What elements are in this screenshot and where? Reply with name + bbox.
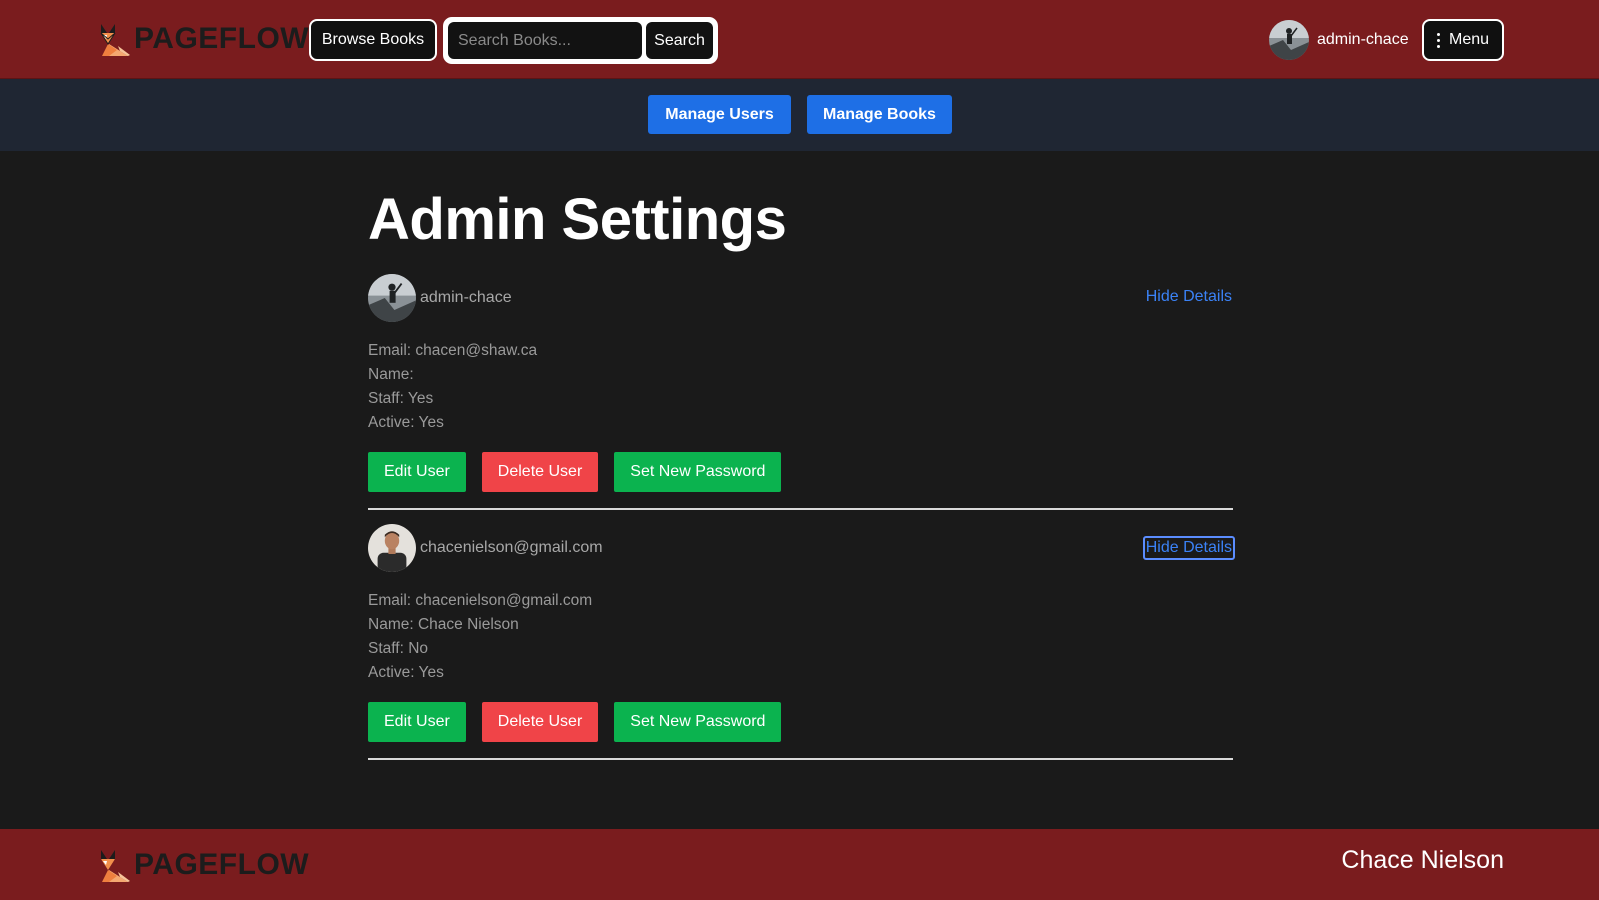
browse-books-button[interactable]: Browse Books	[309, 19, 437, 61]
user-card: admin-chace Hide Details Email: chacen@s…	[368, 274, 1233, 510]
brand-name: PAGEFLOW	[134, 22, 310, 55]
footer-brand-link[interactable]: PAGEFLOW	[98, 846, 309, 884]
user-email: Email: chacen@shaw.ca	[368, 342, 538, 359]
set-new-password-button[interactable]: Set New Password	[614, 702, 782, 742]
brand-link[interactable]: PAGEFLOW	[98, 20, 309, 58]
user-email: Email: chacenielson@gmail.com	[368, 592, 593, 609]
manage-books-button[interactable]: Manage Books	[807, 95, 952, 134]
divider	[368, 758, 1233, 760]
divider	[368, 508, 1233, 510]
hide-details-link[interactable]: Hide Details	[1145, 286, 1233, 308]
footer: PAGEFLOW Chace Nielson	[0, 829, 1599, 900]
search-button[interactable]: Search	[646, 22, 713, 59]
search-bar: Search	[443, 17, 718, 64]
user-active-status: Active: Yes	[368, 664, 444, 681]
user-card-username: admin-chace	[420, 289, 512, 306]
user-name: Name: Chace Nielson	[368, 616, 519, 633]
user-active-status: Active: Yes	[368, 414, 444, 431]
fox-logo-icon	[101, 850, 130, 882]
delete-user-button[interactable]: Delete User	[481, 702, 599, 742]
menu-button[interactable]: Menu	[1422, 19, 1504, 61]
hide-details-link[interactable]: Hide Details	[1142, 536, 1235, 560]
user-card-header: admin-chace Hide Details	[368, 274, 1233, 322]
user-name: Name:	[368, 366, 414, 383]
header-username: admin-chace	[1317, 31, 1409, 48]
user-actions: Edit User Delete User Set New Password	[368, 702, 1233, 742]
delete-user-button[interactable]: Delete User	[481, 452, 599, 492]
set-new-password-button[interactable]: Set New Password	[614, 452, 782, 492]
user-actions: Edit User Delete User Set New Password	[368, 452, 1233, 492]
user-details: Email: chacen@shaw.ca Name: Staff: Yes A…	[368, 339, 1233, 435]
search-input[interactable]	[448, 22, 642, 59]
user-card-username: chacenielson@gmail.com	[420, 539, 603, 556]
page-title: Admin Settings	[368, 187, 787, 252]
user-card: chacenielson@gmail.com Hide Details Emai…	[368, 524, 1235, 760]
user-staff-status: Staff: No	[368, 640, 429, 657]
admin-subnav: Manage Users Manage Books	[0, 79, 1599, 151]
fox-logo-icon	[100, 24, 130, 56]
manage-users-button[interactable]: Manage Users	[648, 95, 791, 134]
user-avatar	[1269, 20, 1309, 60]
vertical-dots-icon	[1436, 32, 1440, 48]
user-details: Email: chacenielson@gmail.com Name: Chac…	[368, 589, 1233, 685]
user-avatar	[368, 274, 416, 322]
user-avatar	[368, 524, 416, 572]
footer-brand-name: PAGEFLOW	[134, 848, 310, 881]
user-staff-status: Staff: Yes	[368, 390, 434, 407]
edit-user-button[interactable]: Edit User	[368, 702, 466, 742]
edit-user-button[interactable]: Edit User	[368, 452, 466, 492]
top-navbar: PAGEFLOW Browse Books Search admin-chace…	[0, 0, 1599, 79]
current-user[interactable]: admin-chace	[1269, 20, 1409, 60]
menu-label: Menu	[1448, 31, 1490, 48]
user-card-header: chacenielson@gmail.com Hide Details	[368, 524, 1235, 572]
footer-author: Chace Nielson	[1341, 846, 1504, 874]
